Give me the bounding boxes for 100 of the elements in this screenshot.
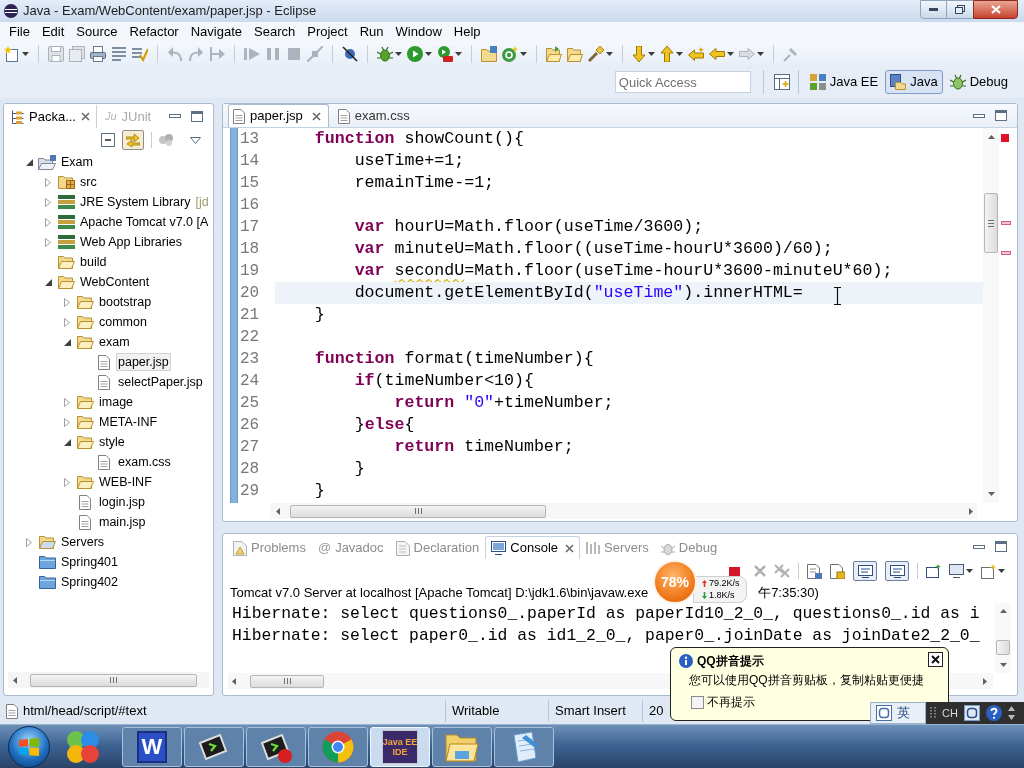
- minimize-icon[interactable]: [169, 114, 181, 118]
- horizontal-scrollbar[interactable]: [270, 503, 977, 519]
- maximize-icon[interactable]: [995, 110, 1007, 121]
- tree-item[interactable]: style: [97, 433, 127, 451]
- close-icon[interactable]: [565, 543, 574, 553]
- menu-item[interactable]: Project: [301, 23, 354, 41]
- scrollbar-thumb[interactable]: [30, 673, 197, 687]
- view-tab[interactable]: Packa...: [4, 105, 97, 128]
- dropdown-caret-icon[interactable]: [395, 52, 402, 56]
- back-arrow-icon[interactable]: [709, 48, 725, 60]
- bug-icon[interactable]: [377, 46, 393, 62]
- run-icon[interactable]: [407, 46, 423, 62]
- expanded-arrow-icon[interactable]: [63, 438, 71, 446]
- minimize-icon[interactable]: [973, 544, 985, 549]
- view-menu-icon[interactable]: [190, 136, 201, 144]
- view-tab[interactable]: Console: [485, 536, 580, 559]
- stop-icon[interactable]: [729, 566, 740, 576]
- quick-access-field[interactable]: Quick Access: [614, 71, 751, 93]
- vertical-scrollbar[interactable]: [983, 128, 999, 503]
- dropdown-caret-icon[interactable]: [757, 52, 764, 56]
- perspective-button[interactable]: Java: [885, 70, 943, 94]
- menu-item[interactable]: Navigate: [184, 23, 248, 41]
- taskbar-button[interactable]: W: [122, 726, 182, 767]
- window-sparkle-icon[interactable]: [926, 563, 941, 579]
- menu-item[interactable]: File: [3, 23, 36, 41]
- close-icon[interactable]: [311, 111, 321, 121]
- dropdown-caret-icon[interactable]: [455, 52, 462, 56]
- collapsed-arrow-icon[interactable]: [64, 297, 70, 307]
- taskbar-button[interactable]: [246, 726, 306, 767]
- tree-item[interactable]: selectPaper.jsp: [116, 373, 205, 391]
- editor-tab[interactable]: exam.css: [332, 104, 418, 127]
- maximize-icon[interactable]: [995, 541, 1007, 552]
- window-plus-icon[interactable]: [773, 74, 790, 90]
- tree-item[interactable]: build: [78, 253, 109, 271]
- menu-item[interactable]: Source: [70, 23, 124, 41]
- arrow-with-star-icon[interactable]: [688, 47, 704, 61]
- maximize-icon[interactable]: [191, 110, 203, 122]
- view-tab[interactable]: @ Javadoc: [311, 536, 390, 559]
- tree-item[interactable]: Spring402: [59, 573, 120, 591]
- dropdown-caret-icon[interactable]: [966, 569, 973, 573]
- dropdown-caret-icon[interactable]: [606, 52, 613, 56]
- checklist-icon[interactable]: [132, 46, 148, 62]
- tree-item[interactable]: Web App Libraries: [78, 233, 184, 251]
- input-mode-label[interactable]: 英: [897, 705, 910, 721]
- tree-item[interactable]: main.jsp: [97, 513, 148, 531]
- perspective-button[interactable]: Java EE: [804, 70, 884, 94]
- play-with-box-icon[interactable]: [437, 46, 453, 62]
- dropdown-caret-icon[interactable]: [998, 569, 1005, 573]
- tree-item[interactable]: bootstrap: [97, 293, 154, 311]
- menu-item[interactable]: Edit: [35, 23, 71, 41]
- menu-item[interactable]: Refactor: [123, 23, 185, 41]
- dropdown-caret-icon[interactable]: [727, 52, 734, 56]
- minimize-icon[interactable]: [973, 113, 985, 118]
- rounded-square-icon[interactable]: [876, 705, 892, 721]
- dropdown-caret-icon[interactable]: [676, 52, 683, 56]
- collapsed-arrow-icon[interactable]: [64, 397, 70, 407]
- tree-item[interactable]: image: [97, 393, 136, 411]
- taskbar-button[interactable]: Java EE IDE: [370, 726, 430, 767]
- language-label[interactable]: CH: [942, 704, 958, 722]
- tree-item[interactable]: Spring401: [59, 553, 120, 571]
- dropdown-caret-icon[interactable]: [22, 52, 29, 56]
- start-button[interactable]: [8, 725, 50, 768]
- tree-item[interactable]: WebContent: [78, 273, 152, 291]
- help-icon[interactable]: [985, 705, 1002, 721]
- list-icon[interactable]: [111, 46, 127, 62]
- view-tab[interactable]: Problems: [227, 536, 312, 559]
- collapsed-arrow-icon[interactable]: [45, 217, 51, 227]
- dropdown-caret-icon[interactable]: [425, 52, 432, 56]
- collapsed-arrow-icon[interactable]: [64, 317, 70, 327]
- vertical-scrollbar[interactable]: [995, 603, 1011, 673]
- menu-item[interactable]: Window: [389, 23, 448, 41]
- collapsed-arrow-icon[interactable]: [26, 537, 32, 547]
- taskbar-button[interactable]: [184, 726, 244, 767]
- tree-item[interactable]: Servers: [59, 533, 107, 551]
- toggle-button[interactable]: [853, 561, 877, 581]
- tree-item[interactable]: exam.css: [116, 453, 173, 471]
- print-icon[interactable]: [90, 46, 106, 62]
- collapsed-arrow-icon[interactable]: [64, 417, 70, 427]
- checkbox[interactable]: [691, 695, 704, 709]
- editor-tab[interactable]: paper.jsp: [228, 104, 329, 127]
- menu-item[interactable]: Run: [353, 23, 390, 41]
- up-arrow-icon[interactable]: [660, 46, 674, 62]
- dropdown-caret-icon[interactable]: [648, 52, 655, 56]
- collapsed-arrow-icon[interactable]: [64, 477, 70, 487]
- tree-item[interactable]: common: [97, 313, 149, 331]
- collapsed-arrow-icon[interactable]: [45, 237, 51, 247]
- dropdown-caret-icon[interactable]: [520, 52, 527, 56]
- tree-item[interactable]: META-INF: [97, 413, 160, 431]
- folder-icon[interactable]: [567, 46, 583, 62]
- collapsed-arrow-icon[interactable]: [45, 197, 51, 207]
- maximize-button[interactable]: [947, 0, 973, 19]
- close-icon[interactable]: [80, 112, 90, 121]
- up-down-arrows-icon[interactable]: [1007, 706, 1015, 720]
- perspective-button[interactable]: Debug: [944, 70, 1013, 94]
- expanded-arrow-icon[interactable]: [63, 338, 71, 346]
- tree-item[interactable]: login.jsp: [97, 493, 147, 511]
- monitor-icon[interactable]: [949, 564, 964, 578]
- scrollbar-thumb[interactable]: [290, 504, 546, 518]
- tree-item[interactable]: Apache Tomcat v7.0 [A: [78, 213, 211, 231]
- tree-item[interactable]: WEB-INF: [97, 473, 154, 491]
